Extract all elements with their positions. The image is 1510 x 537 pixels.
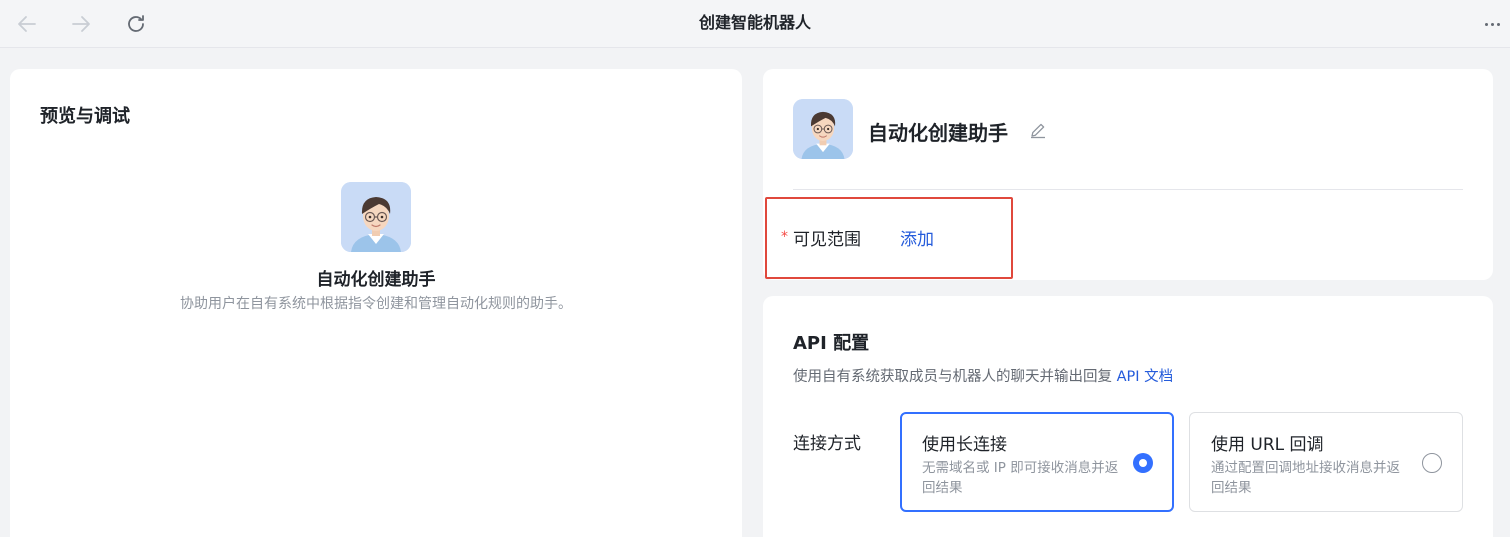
- bot-name-heading: 自动化创建助手: [868, 121, 1008, 145]
- option-description: 通过配置回调地址接收消息并返回结果: [1211, 460, 1400, 496]
- title-bar: 创建智能机器人: [0, 0, 1510, 48]
- bot-name: 自动化创建助手: [316, 270, 436, 290]
- radio-selected[interactable]: [1133, 453, 1153, 473]
- required-mark: *: [781, 229, 788, 245]
- visibility-label: 可见范围: [793, 230, 861, 250]
- api-doc-link[interactable]: API 文档: [1117, 369, 1174, 385]
- option-title: 使用 URL 回调: [1211, 435, 1324, 455]
- edit-pencil-icon[interactable]: [1028, 120, 1048, 140]
- bot-description: 协助用户在自有系统中根据指令创建和管理自动化规则的助手。: [180, 296, 572, 312]
- bot-avatar-icon[interactable]: [793, 99, 853, 159]
- api-description-text: 使用自有系统获取成员与机器人的聊天并输出回复: [793, 369, 1112, 385]
- add-visibility-link[interactable]: 添加: [900, 225, 934, 250]
- radio-unselected[interactable]: [1422, 453, 1442, 473]
- option-title: 使用长连接: [922, 435, 1007, 455]
- api-config-panel: API 配置 使用自有系统获取成员与机器人的聊天并输出回复 API 文档 连接方…: [763, 296, 1493, 537]
- bot-avatar-icon: [341, 182, 411, 252]
- preview-title: 预览与调试: [40, 106, 130, 127]
- bot-profile-panel: 自动化创建助手: [763, 69, 1493, 280]
- option-url-callback[interactable]: 使用 URL 回调 通过配置回调地址接收消息并返回结果: [1189, 412, 1463, 512]
- divider: [793, 189, 1463, 190]
- api-config-title: API 配置: [793, 333, 870, 354]
- api-description: 使用自有系统获取成员与机器人的聊天并输出回复 API 文档: [793, 365, 1173, 386]
- connection-method-label: 连接方式: [793, 434, 861, 454]
- option-description: 无需域名或 IP 即可接收消息并返回结果: [922, 460, 1119, 496]
- option-long-connection[interactable]: 使用长连接 无需域名或 IP 即可接收消息并返回结果: [900, 412, 1174, 512]
- more-dots-icon[interactable]: [1480, 12, 1504, 36]
- page-title: 创建智能机器人: [698, 13, 811, 32]
- preview-panel: 预览与调试 自动化创建助手 协助用户在自有系统中根据指令创建和管理自动化规则的助…: [10, 69, 742, 537]
